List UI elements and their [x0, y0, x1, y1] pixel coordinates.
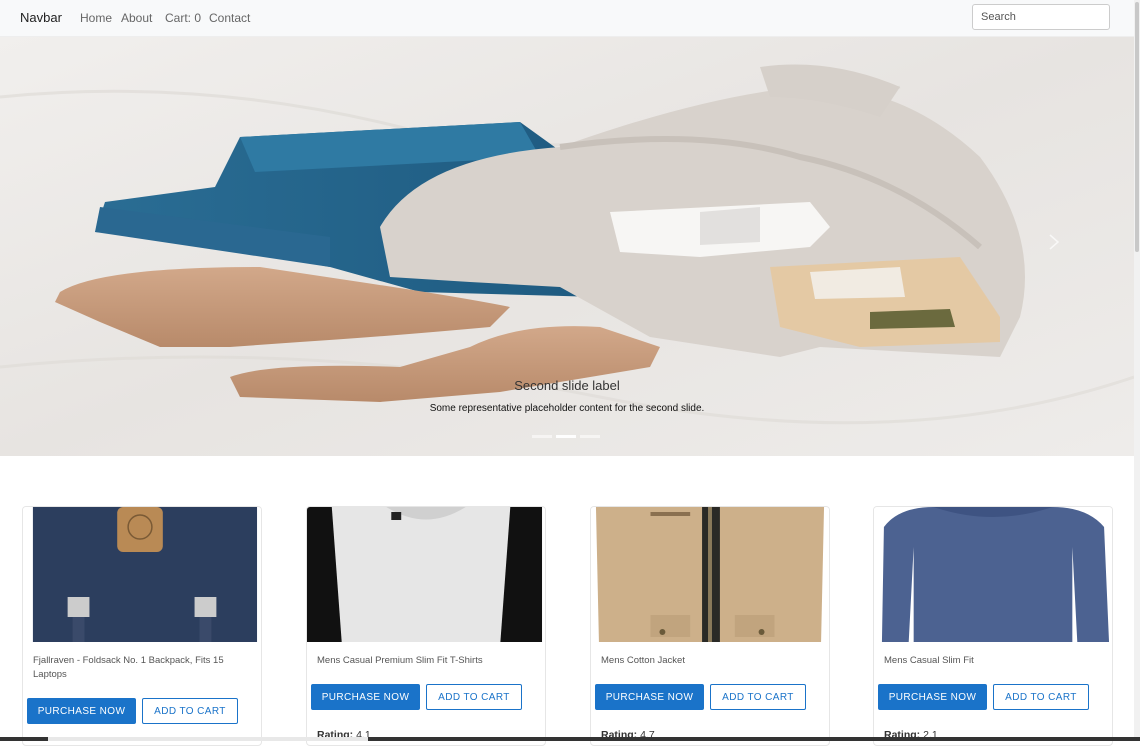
- page-scrollbar[interactable]: [1134, 0, 1140, 741]
- scrollbar-thumb[interactable]: [1135, 2, 1139, 252]
- product-card: Mens Casual Slim Fit PURCHASE NOW ADD TO…: [873, 506, 1113, 746]
- navbar: Navbar Home About Cart: 0 Contact: [0, 0, 1140, 37]
- product-title: Fjallraven - Foldsack No. 1 Backpack, Fi…: [33, 655, 224, 680]
- add-to-cart-button[interactable]: ADD TO CART: [710, 684, 806, 710]
- slide-caption-title: Second slide label: [514, 378, 620, 393]
- carousel-prev-button[interactable]: [0, 227, 30, 257]
- nav-link-home[interactable]: Home: [80, 11, 112, 25]
- add-to-cart-button[interactable]: ADD TO CART: [142, 698, 238, 724]
- product-title: Mens Casual Slim Fit: [884, 655, 974, 666]
- carousel-next-button[interactable]: [1040, 227, 1070, 257]
- nav-link-about[interactable]: About: [121, 11, 152, 25]
- longsleeve-image: [874, 507, 1112, 642]
- slide-image: [0, 37, 1134, 456]
- tshirt-image: [307, 507, 545, 642]
- purchase-now-button[interactable]: PURCHASE NOW: [311, 684, 420, 710]
- slide-caption-text: Some representative placeholder content …: [429, 403, 705, 414]
- purchase-now-button[interactable]: PURCHASE NOW: [27, 698, 136, 724]
- nav-link-cart[interactable]: Cart: 0: [165, 11, 201, 25]
- product-card: Mens Cotton Jacket PURCHASE NOW ADD TO C…: [590, 506, 830, 746]
- carousel-indicator-2[interactable]: [556, 435, 576, 438]
- navbar-brand[interactable]: Navbar: [20, 10, 62, 25]
- add-to-cart-button[interactable]: ADD TO CART: [426, 684, 522, 710]
- product-card: Mens Casual Premium Slim Fit T-Shirts PU…: [306, 506, 546, 746]
- product-title: Mens Cotton Jacket: [601, 655, 685, 666]
- product-title: Mens Casual Premium Slim Fit T-Shirts: [317, 655, 483, 666]
- carousel-indicator-1[interactable]: [532, 435, 552, 438]
- purchase-now-button[interactable]: PURCHASE NOW: [595, 684, 704, 710]
- hero-carousel: Second slide label Some representative p…: [0, 37, 1134, 456]
- add-to-cart-button[interactable]: ADD TO CART: [993, 684, 1089, 710]
- bottom-strip: [0, 737, 1140, 741]
- carousel-indicators: [532, 435, 600, 438]
- nav-link-contact[interactable]: Contact: [209, 11, 250, 25]
- purchase-now-button[interactable]: PURCHASE NOW: [878, 684, 987, 710]
- product-card: Fjallraven - Foldsack No. 1 Backpack, Fi…: [22, 506, 262, 746]
- search-input[interactable]: [972, 4, 1110, 30]
- chevron-right-icon: [1049, 234, 1060, 250]
- carousel-indicator-3[interactable]: [580, 435, 600, 438]
- jacket-image: [591, 507, 829, 642]
- backpack-image: [23, 507, 261, 642]
